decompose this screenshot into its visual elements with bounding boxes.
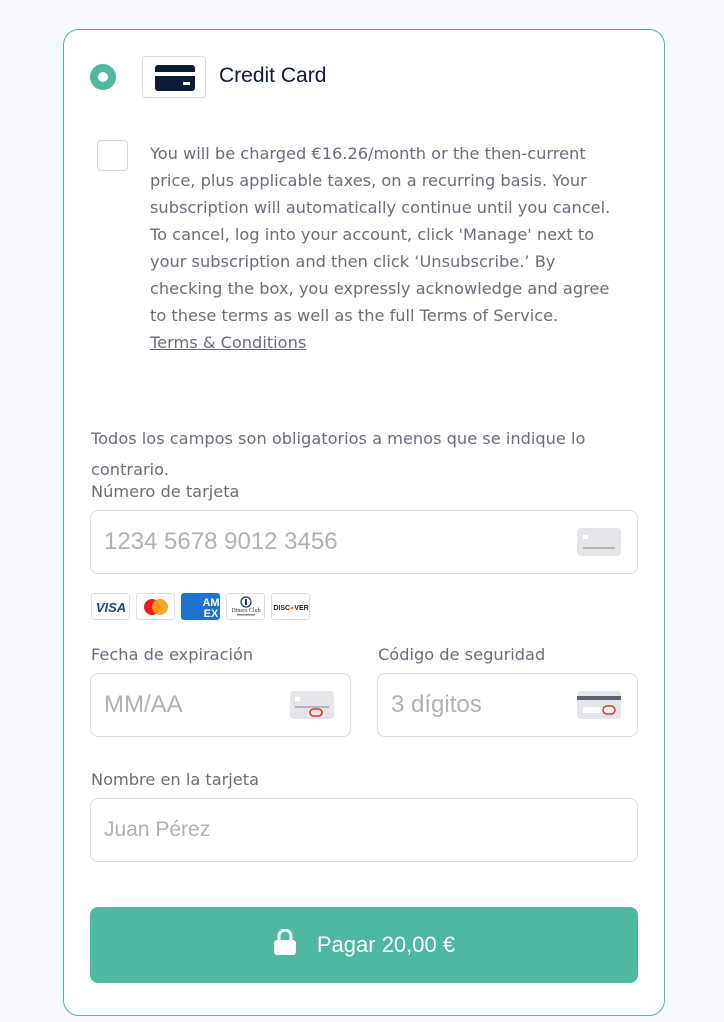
payment-method-label: Credit Card: [219, 64, 327, 87]
pay-button-label: Pagar 20,00 €: [316, 932, 456, 957]
card-number-input[interactable]: [104, 511, 541, 573]
discover-icon: DISC●VER: [271, 593, 310, 620]
card-number-field[interactable]: [90, 510, 638, 574]
diners-club-icon: Diners Club: [226, 593, 265, 620]
card-generic-icon: [577, 528, 621, 563]
amex-icon: AM EX: [181, 593, 220, 620]
cardholder-label: Nombre en la tarjeta: [91, 770, 260, 789]
card-cvv-icon: [577, 691, 621, 726]
svg-text:Diners Club: Diners Club: [231, 608, 260, 614]
pay-button[interactable]: Pagar 20,00 €: [90, 907, 638, 983]
card-expiry-icon: [290, 691, 334, 726]
credit-card-icon: [142, 56, 206, 98]
security-code-label: Código de seguridad: [378, 645, 546, 664]
card-brands: VISA AM EX Diners Club DISC●VER: [91, 593, 310, 620]
svg-text:EX: EX: [203, 608, 218, 619]
cardholder-field[interactable]: [90, 798, 638, 862]
svg-text:DISC●VER: DISC●VER: [273, 605, 308, 612]
security-code-field[interactable]: [377, 673, 638, 737]
security-code-input[interactable]: [391, 674, 599, 736]
lock-icon: [273, 928, 297, 961]
mastercard-icon: [136, 593, 175, 620]
card-number-label: Número de tarjeta: [91, 482, 240, 501]
svg-text:VISA: VISA: [95, 600, 125, 614]
expiry-label: Fecha de expiración: [91, 645, 254, 664]
credit-card-radio[interactable]: [90, 64, 116, 90]
payment-card: Credit Card You will be charged €16.26/m…: [63, 29, 665, 1016]
terms-conditions-link[interactable]: Terms & Conditions: [150, 329, 630, 356]
terms-checkbox[interactable]: [97, 140, 128, 171]
expiry-input[interactable]: [104, 674, 312, 736]
terms-text: You will be charged €16.26/month or the …: [150, 144, 611, 325]
required-fields-note: Todos los campos son obligatorios a meno…: [91, 429, 586, 479]
cardholder-input[interactable]: [104, 799, 541, 861]
visa-icon: VISA: [91, 593, 130, 620]
subscription-terms: You will be charged €16.26/month or the …: [150, 140, 630, 356]
expiry-field[interactable]: [90, 673, 351, 737]
